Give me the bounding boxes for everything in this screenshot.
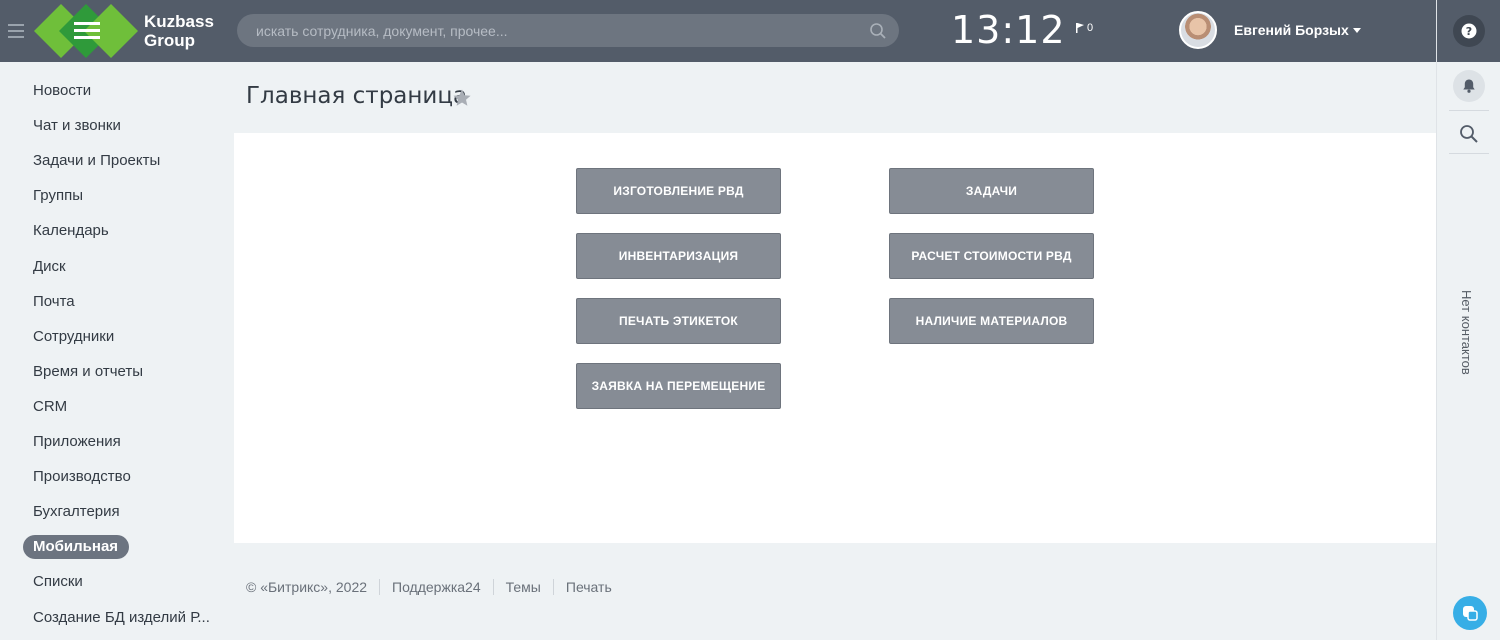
- sidebar-item[interactable]: Создание БД изделий Р...: [33, 609, 210, 626]
- user-name[interactable]: Евгений Борзых: [1234, 22, 1349, 38]
- logo-diamonds-icon: [34, 4, 138, 58]
- divider: [1449, 110, 1489, 111]
- footer-copyright: © «Битрикс», 2022: [246, 579, 368, 595]
- sidebar-item[interactable]: Календарь: [33, 222, 109, 239]
- sidebar-item[interactable]: Списки: [33, 573, 83, 590]
- sidebar-item[interactable]: Диск: [33, 258, 66, 275]
- footer-support-link[interactable]: Поддержка24: [392, 579, 481, 595]
- footer-separator: [552, 579, 554, 595]
- tile-button[interactable]: ЗАДАЧИ: [889, 168, 1094, 214]
- chat-icon: [1463, 606, 1478, 621]
- logo-text: Kuzbass Group: [144, 12, 214, 50]
- tile-button[interactable]: НАЛИЧИЕ МАТЕРИАЛОВ: [889, 298, 1094, 344]
- footer-themes-link[interactable]: Темы: [506, 579, 541, 595]
- sidebar-item[interactable]: Новости: [33, 82, 91, 99]
- sidebar-item[interactable]: Сотрудники: [33, 328, 114, 345]
- clock[interactable]: 13:12: [951, 8, 1066, 52]
- open-chat-button[interactable]: [1453, 596, 1487, 630]
- no-contacts-label: Нет контактов: [1459, 290, 1474, 375]
- tile-button[interactable]: ПЕЧАТЬ ЭТИКЕТОК: [576, 298, 781, 344]
- help-icon: ?: [1461, 23, 1477, 39]
- footer-separator: [379, 579, 381, 595]
- sidebar-item[interactable]: Мобильная: [23, 535, 130, 560]
- footer: © «Битрикс», 2022 Поддержка24 Темы Печат…: [246, 579, 612, 595]
- sidebar-item[interactable]: Производство: [33, 468, 131, 485]
- right-sidebar-top: ?: [1437, 0, 1500, 62]
- top-header: Kuzbass Group искать сотрудника, докумен…: [0, 0, 1436, 62]
- divider: [1449, 153, 1489, 154]
- tile-button[interactable]: ЗАЯВКА НА ПЕРЕМЕЩЕНИЕ: [576, 363, 781, 409]
- flag-count: 0: [1087, 22, 1094, 34]
- sidebar-item[interactable]: CRM: [33, 398, 67, 415]
- svg-text:?: ?: [1466, 25, 1472, 38]
- star-icon[interactable]: [452, 88, 472, 108]
- help-button[interactable]: ?: [1453, 15, 1485, 47]
- search-placeholder: искать сотрудника, документ, прочее...: [256, 23, 508, 39]
- sidebar-item[interactable]: Время и отчеты: [33, 363, 143, 380]
- sidebar-item[interactable]: Почта: [33, 293, 75, 310]
- footer-separator: [492, 579, 494, 595]
- company-logo[interactable]: Kuzbass Group: [34, 4, 224, 58]
- sidebar-item[interactable]: Чат и звонки: [33, 117, 121, 134]
- tile-button[interactable]: ИЗГОТОВЛЕНИЕ РВД: [576, 168, 781, 214]
- page-title: Главная страница: [246, 83, 468, 109]
- sidebar-item[interactable]: Бухгалтерия: [33, 503, 120, 520]
- search-input[interactable]: искать сотрудника, документ, прочее...: [237, 14, 899, 47]
- search-icon[interactable]: [869, 22, 887, 40]
- tile-button[interactable]: РАСЧЕТ СТОИМОСТИ РВД: [889, 233, 1094, 279]
- flag-counter[interactable]: 0: [1076, 22, 1093, 34]
- right-sidebar: ? Нет контактов: [1436, 0, 1500, 640]
- notifications-button[interactable]: [1453, 70, 1485, 102]
- avatar[interactable]: [1179, 11, 1217, 49]
- footer-print-link[interactable]: Печать: [566, 579, 612, 595]
- tile-button[interactable]: ИНВЕНТАРИЗАЦИЯ: [576, 233, 781, 279]
- sidebar-item[interactable]: Задачи и Проекты: [33, 152, 160, 169]
- chevron-down-icon[interactable]: [1353, 28, 1361, 33]
- sidebar-item[interactable]: Группы: [33, 187, 83, 204]
- menu-burger-icon[interactable]: [8, 24, 24, 38]
- search-icon[interactable]: [1459, 124, 1479, 144]
- bell-icon: [1463, 79, 1475, 93]
- sidebar-item[interactable]: Приложения: [33, 433, 121, 450]
- flag-icon: [1076, 23, 1084, 33]
- main-content: ИЗГОТОВЛЕНИЕ РВД ЗАДАЧИ ИНВЕНТАРИЗАЦИЯ РАСЧ…: [234, 133, 1436, 543]
